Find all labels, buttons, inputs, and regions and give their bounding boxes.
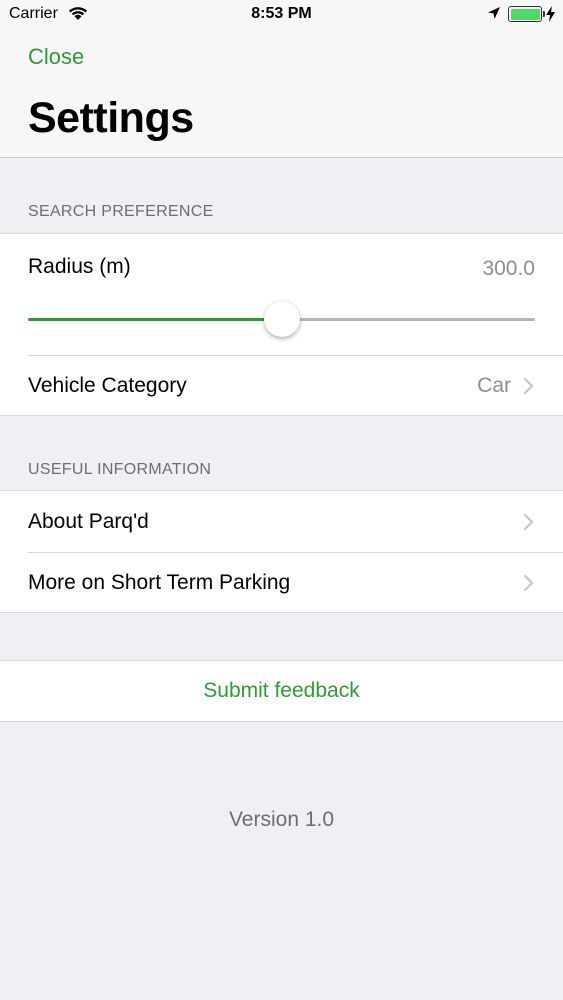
radius-label: Radius (m) (28, 255, 131, 278)
chevron-right-icon (522, 513, 536, 531)
about-parqd-row[interactable]: About Parq'd (0, 491, 563, 552)
navigation-header: Close Settings (0, 30, 563, 158)
status-bar: Carrier 8:53 PM (0, 0, 563, 30)
clock-time: 8:53 PM (251, 5, 312, 22)
short-term-parking-label: More on Short Term Parking (28, 571, 291, 594)
version-label: Version 1.0 (228, 808, 335, 831)
section-header-search-preference: SEARCH PREFERENCE (28, 203, 214, 220)
radius-slider-track[interactable] (281, 318, 535, 321)
submit-feedback-button[interactable]: Submit feedback (0, 660, 563, 722)
radius-slider-thumb[interactable] (263, 301, 300, 337)
battery-icon (508, 6, 545, 22)
page-title: Settings (28, 94, 194, 142)
settings-screen: Carrier 8:53 PM Close Settings SEARCH PR… (0, 0, 563, 1000)
radius-value: 300.0 (482, 257, 535, 280)
about-parqd-label: About Parq'd (28, 510, 149, 533)
search-preference-group: Radius (m) 300.0 Vehicle Category Car (0, 233, 563, 416)
vehicle-category-row[interactable]: Vehicle Category Car (0, 356, 563, 416)
location-arrow-icon (487, 6, 501, 25)
vehicle-category-value: Car (477, 374, 511, 397)
short-term-parking-row[interactable]: More on Short Term Parking (0, 553, 563, 613)
radius-slider-filled-track[interactable] (28, 318, 282, 321)
section-header-useful-information: USEFUL INFORMATION (28, 461, 212, 478)
vehicle-category-label: Vehicle Category (28, 374, 187, 397)
close-button[interactable]: Close (28, 44, 84, 70)
chevron-right-icon (522, 377, 536, 395)
submit-feedback-label: Submit feedback (203, 679, 360, 702)
radius-row: Radius (m) 300.0 (0, 234, 563, 355)
chevron-right-icon (522, 574, 536, 592)
useful-information-group: About Parq'd More on Short Term Parking (0, 490, 563, 613)
charging-bolt-icon (546, 6, 555, 27)
